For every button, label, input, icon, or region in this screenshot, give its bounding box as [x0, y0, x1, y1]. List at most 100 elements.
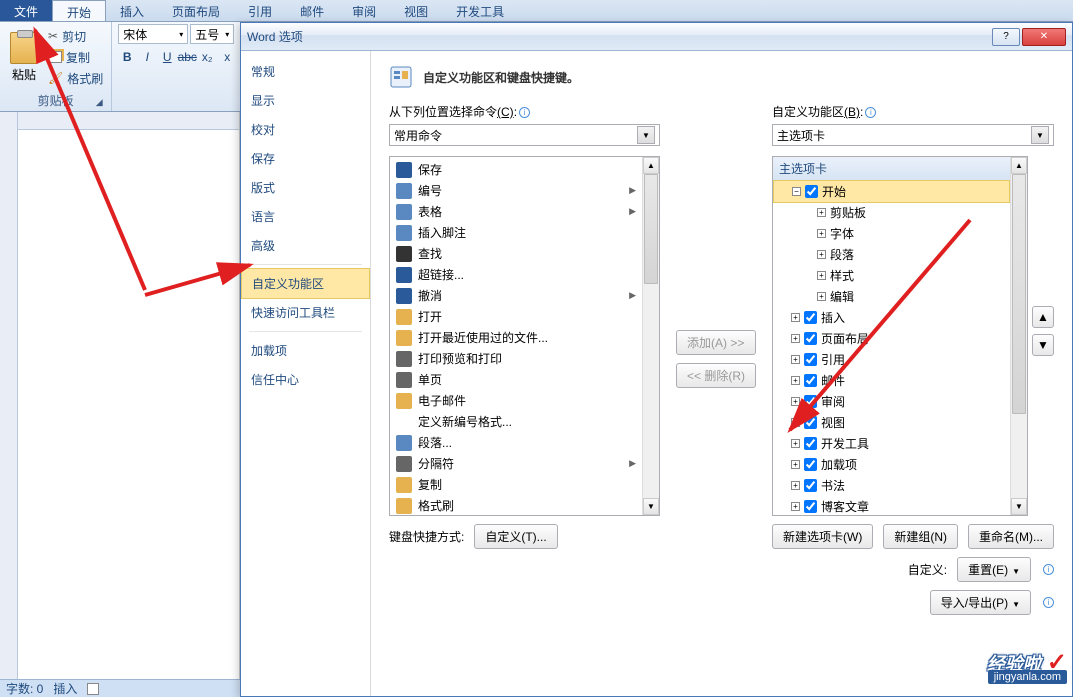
- ribbon-tab-5[interactable]: 邮件: [286, 0, 338, 21]
- close-button[interactable]: ✕: [1022, 28, 1066, 46]
- tab-checkbox[interactable]: [804, 437, 817, 450]
- tab-checkbox[interactable]: [804, 479, 817, 492]
- format-painter-button[interactable]: 🖌格式刷: [46, 69, 105, 88]
- expander-icon[interactable]: +: [817, 271, 826, 280]
- scroll-up-button[interactable]: ▲: [1011, 157, 1027, 174]
- command-item[interactable]: 打印预览和打印: [392, 348, 640, 369]
- tab-checkbox[interactable]: [804, 395, 817, 408]
- expander-icon[interactable]: +: [791, 334, 800, 343]
- ribbon-tab-6[interactable]: 审阅: [338, 0, 390, 21]
- ribbon-tab-0[interactable]: 文件: [0, 0, 52, 21]
- command-item[interactable]: 表格▶: [392, 201, 640, 222]
- font-name-select[interactable]: 宋体▾: [118, 24, 188, 44]
- nav-item[interactable]: 语言: [241, 202, 370, 231]
- command-item[interactable]: 编号▶: [392, 180, 640, 201]
- command-item[interactable]: 保存: [392, 159, 640, 180]
- scroll-down-button[interactable]: ▼: [643, 498, 659, 515]
- tab-checkbox[interactable]: [804, 353, 817, 366]
- add-button[interactable]: 添加(A) >>: [676, 330, 756, 355]
- move-down-button[interactable]: ▼: [1032, 334, 1054, 356]
- command-item[interactable]: 撤消▶: [392, 285, 640, 306]
- scroll-down-button[interactable]: ▼: [1011, 498, 1027, 515]
- expander-icon[interactable]: +: [791, 397, 800, 406]
- tree-item[interactable]: +插入: [773, 307, 1010, 328]
- nav-item[interactable]: 加载项: [241, 336, 370, 365]
- help-icon[interactable]: i: [1043, 564, 1054, 575]
- nav-item[interactable]: 版式: [241, 173, 370, 202]
- new-group-button[interactable]: 新建组(N): [883, 524, 958, 549]
- tree-item[interactable]: +页面布局: [773, 328, 1010, 349]
- ribbon-scope-select[interactable]: 主选项卡▼: [772, 124, 1054, 146]
- expander-icon[interactable]: +: [817, 229, 826, 238]
- subscript-button[interactable]: x₂: [198, 48, 216, 66]
- ribbon-tab-4[interactable]: 引用: [234, 0, 286, 21]
- expander-icon[interactable]: +: [791, 481, 800, 490]
- expander-icon[interactable]: +: [791, 313, 800, 322]
- tree-item[interactable]: +加载项: [773, 454, 1010, 475]
- superscript-button[interactable]: x: [218, 48, 236, 66]
- scroll-up-button[interactable]: ▲: [643, 157, 659, 174]
- commands-from-select[interactable]: 常用命令▼: [389, 124, 660, 146]
- cut-button[interactable]: ✂剪切: [46, 27, 105, 46]
- nav-item[interactable]: 常规: [241, 57, 370, 86]
- dialog-titlebar[interactable]: Word 选项 ? ✕: [241, 23, 1072, 51]
- reset-button[interactable]: 重置(E)▼: [957, 557, 1031, 582]
- tab-checkbox[interactable]: [804, 416, 817, 429]
- ribbon-tab-3[interactable]: 页面布局: [158, 0, 234, 21]
- tree-child-item[interactable]: +剪贴板: [773, 202, 1010, 223]
- rename-button[interactable]: 重命名(M)...: [968, 524, 1054, 549]
- nav-item[interactable]: 校对: [241, 115, 370, 144]
- expander-icon[interactable]: +: [791, 355, 800, 364]
- new-tab-button[interactable]: 新建选项卡(W): [772, 524, 873, 549]
- tab-checkbox[interactable]: [804, 332, 817, 345]
- tree-item[interactable]: +开发工具: [773, 433, 1010, 454]
- strike-button[interactable]: abc: [178, 48, 196, 66]
- help-button[interactable]: ?: [992, 28, 1020, 46]
- tree-item[interactable]: +引用: [773, 349, 1010, 370]
- help-icon[interactable]: i: [1043, 597, 1054, 608]
- expander-icon[interactable]: +: [791, 439, 800, 448]
- nav-item[interactable]: 信任中心: [241, 365, 370, 394]
- expander-icon[interactable]: +: [791, 460, 800, 469]
- ribbon-tab-8[interactable]: 开发工具: [442, 0, 518, 21]
- ribbon-tree[interactable]: 主选项卡−开始+剪贴板+字体+段落+样式+编辑+插入+页面布局+引用+邮件+审阅…: [772, 156, 1028, 516]
- font-size-select[interactable]: 五号▾: [190, 24, 234, 44]
- nav-item[interactable]: 快速访问工具栏: [241, 298, 370, 327]
- tree-item[interactable]: +博客文章: [773, 496, 1010, 515]
- tree-item[interactable]: +邮件: [773, 370, 1010, 391]
- commands-listbox[interactable]: 保存编号▶表格▶插入脚注查找超链接...撤消▶打开打开最近使用过的文件...打印…: [389, 156, 660, 516]
- expander-icon[interactable]: +: [817, 250, 826, 259]
- ribbon-tab-1[interactable]: 开始: [52, 0, 106, 21]
- nav-item[interactable]: 保存: [241, 144, 370, 173]
- command-item[interactable]: 超链接...: [392, 264, 640, 285]
- command-item[interactable]: 查找: [392, 243, 640, 264]
- import-export-button[interactable]: 导入/导出(P)▼: [930, 590, 1031, 615]
- bold-button[interactable]: B: [118, 48, 136, 66]
- tree-item[interactable]: +视图: [773, 412, 1010, 433]
- scroll-thumb[interactable]: [644, 174, 658, 284]
- tree-child-item[interactable]: +段落: [773, 244, 1010, 265]
- macro-record-icon[interactable]: [87, 683, 99, 695]
- nav-item[interactable]: 自定义功能区: [241, 268, 370, 299]
- scroll-thumb[interactable]: [1012, 174, 1026, 414]
- tab-checkbox[interactable]: [804, 374, 817, 387]
- nav-item[interactable]: 显示: [241, 86, 370, 115]
- copy-button[interactable]: 复制: [46, 48, 105, 67]
- command-item[interactable]: 定义新编号格式...: [392, 411, 640, 432]
- underline-button[interactable]: U: [158, 48, 176, 66]
- move-up-button[interactable]: ▲: [1032, 306, 1054, 328]
- help-icon[interactable]: i: [519, 107, 530, 118]
- italic-button[interactable]: I: [138, 48, 156, 66]
- nav-item[interactable]: 高级: [241, 231, 370, 260]
- paste-button[interactable]: 粘贴: [6, 30, 42, 85]
- tree-scrollbar[interactable]: ▲ ▼: [1010, 157, 1027, 515]
- tab-checkbox[interactable]: [804, 311, 817, 324]
- expander-icon[interactable]: +: [791, 502, 800, 511]
- command-item[interactable]: 电子邮件: [392, 390, 640, 411]
- command-item[interactable]: 格式刷: [392, 495, 640, 515]
- customize-keyboard-button[interactable]: 自定义(T)...: [474, 524, 557, 549]
- word-count[interactable]: 字数: 0: [6, 680, 43, 697]
- expander-icon[interactable]: −: [792, 187, 801, 196]
- command-item[interactable]: 单页: [392, 369, 640, 390]
- tree-item[interactable]: +审阅: [773, 391, 1010, 412]
